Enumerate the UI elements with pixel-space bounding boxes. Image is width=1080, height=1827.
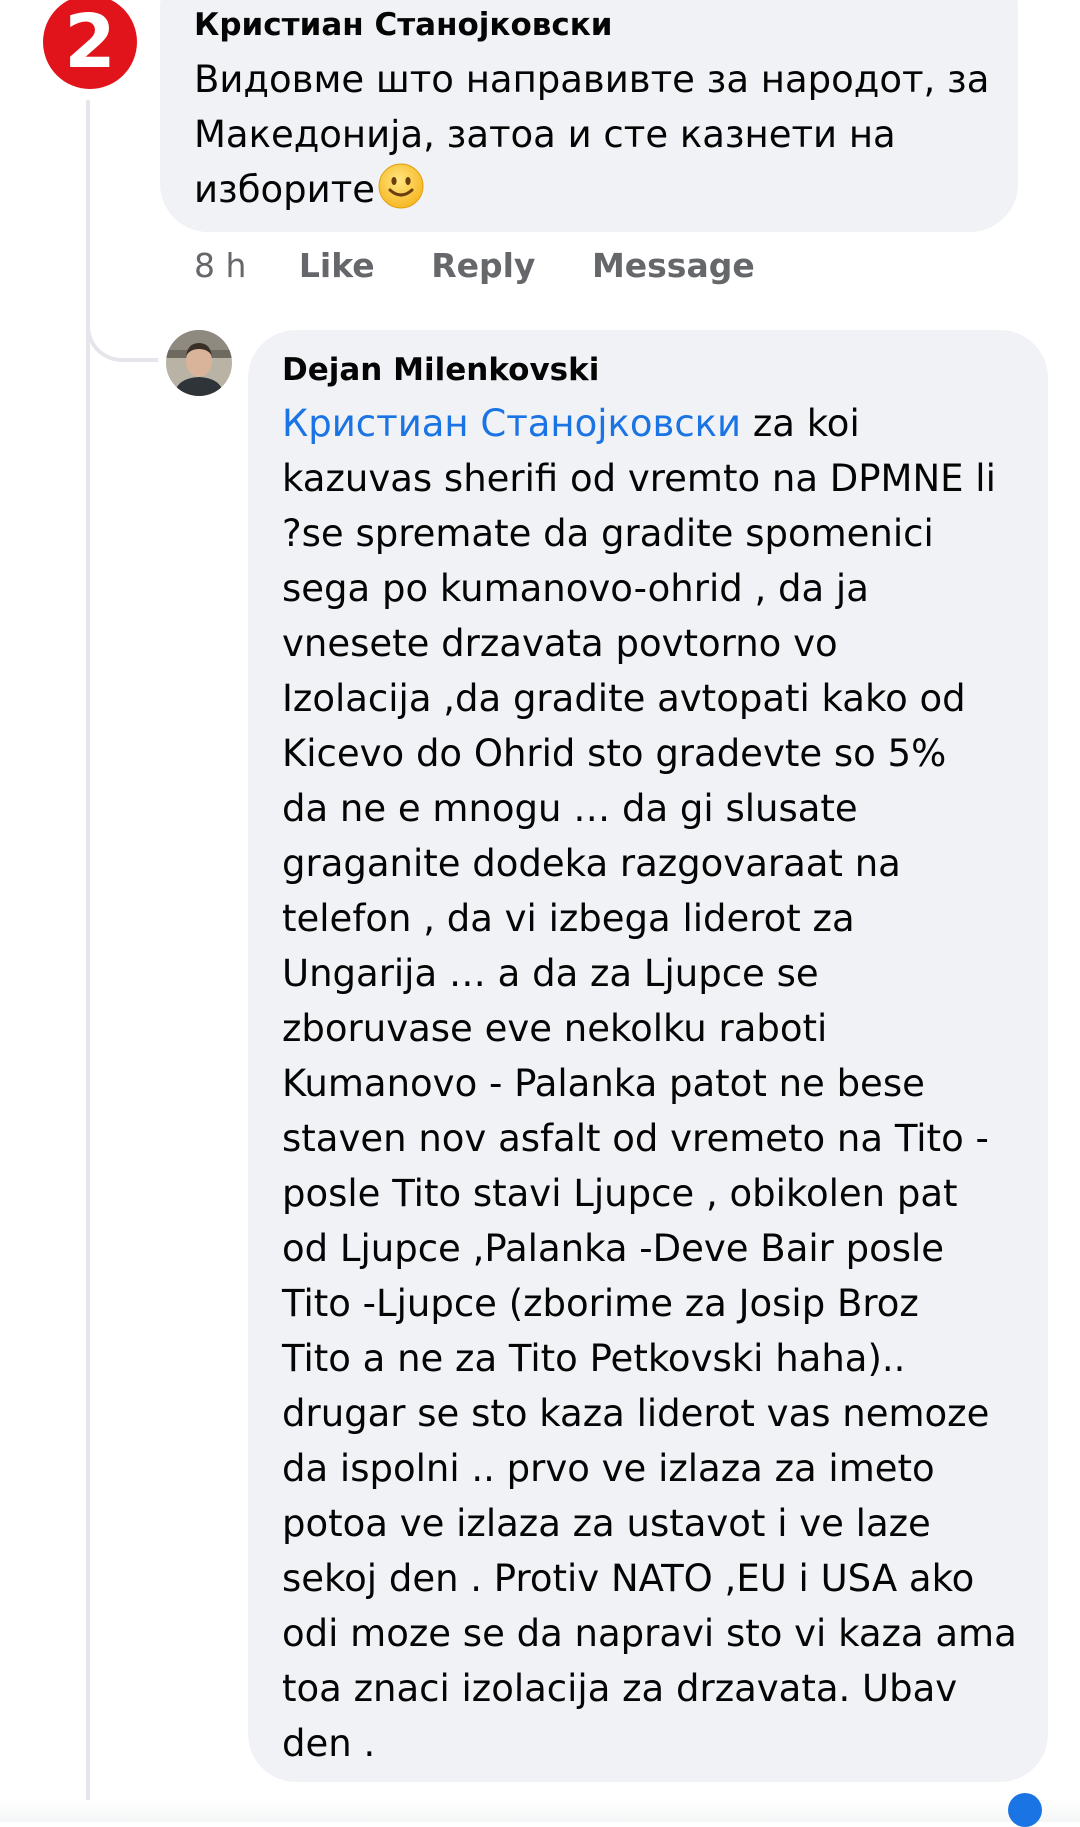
reply-line: da ispolni .. prvo ve izlaza za imeto <box>282 1447 935 1490</box>
comment-actions: 8 h Like Reply Message <box>194 246 755 285</box>
reply-line: Tito a ne za Tito Petkovski haha).. <box>282 1337 906 1380</box>
comment-timestamp[interactable]: 8 h <box>194 246 246 285</box>
reply-line: potoa ve izlaza za ustavot i ve laze <box>282 1502 931 1545</box>
reply-line: odi moze se da napravi sto vi kaza ama <box>282 1612 1017 1655</box>
comment-line: Видовме што направивте за народот, за <box>194 58 990 101</box>
reply-line: drugar se sto kaza liderot vas nemoze <box>282 1392 990 1435</box>
comment-author[interactable]: Кристиан Станојковски <box>194 7 613 43</box>
reply-line-text: za koi <box>741 402 860 445</box>
reply-line: vnesete drzavata povtorno vo <box>282 622 838 665</box>
reply-line: ?se spremate da gradite spomenici <box>282 512 934 555</box>
reply-line: posle Tito stavi Ljupce , obikolen pat <box>282 1172 958 1215</box>
comment-text: Видовме што направивте за народот, за Ма… <box>194 52 989 217</box>
slightly-smiling-face-icon <box>378 163 424 209</box>
reply-line: Kicevo do Ohrid sto gradevte so 5% <box>282 732 947 775</box>
reply-text: Кристиан Станојковски za koi kazuvas she… <box>282 396 1017 1771</box>
thread-connector-line <box>86 100 90 1822</box>
reply-author[interactable]: Dejan Milenkovski <box>282 352 599 388</box>
reply-line: da ne e mnogu … da gi slusate <box>282 787 858 830</box>
reply-line: zboruvase eve nekolku raboti <box>282 1007 828 1050</box>
number-badge-icon: 2 <box>38 0 142 94</box>
comment-line-text: изборите <box>194 168 376 211</box>
reply-first-line: Кристиан Станојковски za koi <box>282 396 1017 451</box>
reply-line: sega po kumanovo-ohrid , da ja <box>282 567 869 610</box>
reply-line: telefon , da vi izbega liderot za <box>282 897 855 940</box>
reply-line: od Ljupce ,Palanka -Deve Bair posle <box>282 1227 945 1270</box>
reply-line: kazuvas sherifi od vremto na DPMNE li <box>282 457 996 500</box>
reply-line: graganite dodeka razgovaraat na <box>282 842 901 885</box>
reply-line: toa znaci izolacija za drzavata. Ubav <box>282 1667 958 1710</box>
reply-line: Ungarija … a da za Ljupce se <box>282 952 819 995</box>
avatar[interactable] <box>166 330 232 396</box>
reply-button[interactable]: Reply <box>431 246 535 285</box>
reply-line: den . <box>282 1722 376 1765</box>
reply-line: sekoj den . Protiv NATO ,EU i USA ako <box>282 1557 975 1600</box>
comment-line-last: изборите <box>194 162 989 217</box>
bottom-divider <box>0 1800 1080 1822</box>
reply-line: Izolacija ,da gradite avtopati kako od <box>282 677 966 720</box>
comment-line: Македонија, затоа и сте казнети на <box>194 113 896 156</box>
reply-line: Kumanovo - Palanka patot ne bese <box>282 1062 925 1105</box>
reply-line: Tito -Ljupce (zborime za Josip Broz <box>282 1282 919 1325</box>
message-button[interactable]: Message <box>592 246 755 285</box>
mention-link[interactable]: Кристиан Станојковски <box>282 402 741 445</box>
reply-line: staven nov asfalt od vremeto na Tito - <box>282 1117 989 1160</box>
like-button[interactable]: Like <box>299 246 375 285</box>
thread-connector-curve <box>86 300 158 362</box>
badge-number: 2 <box>64 0 116 85</box>
